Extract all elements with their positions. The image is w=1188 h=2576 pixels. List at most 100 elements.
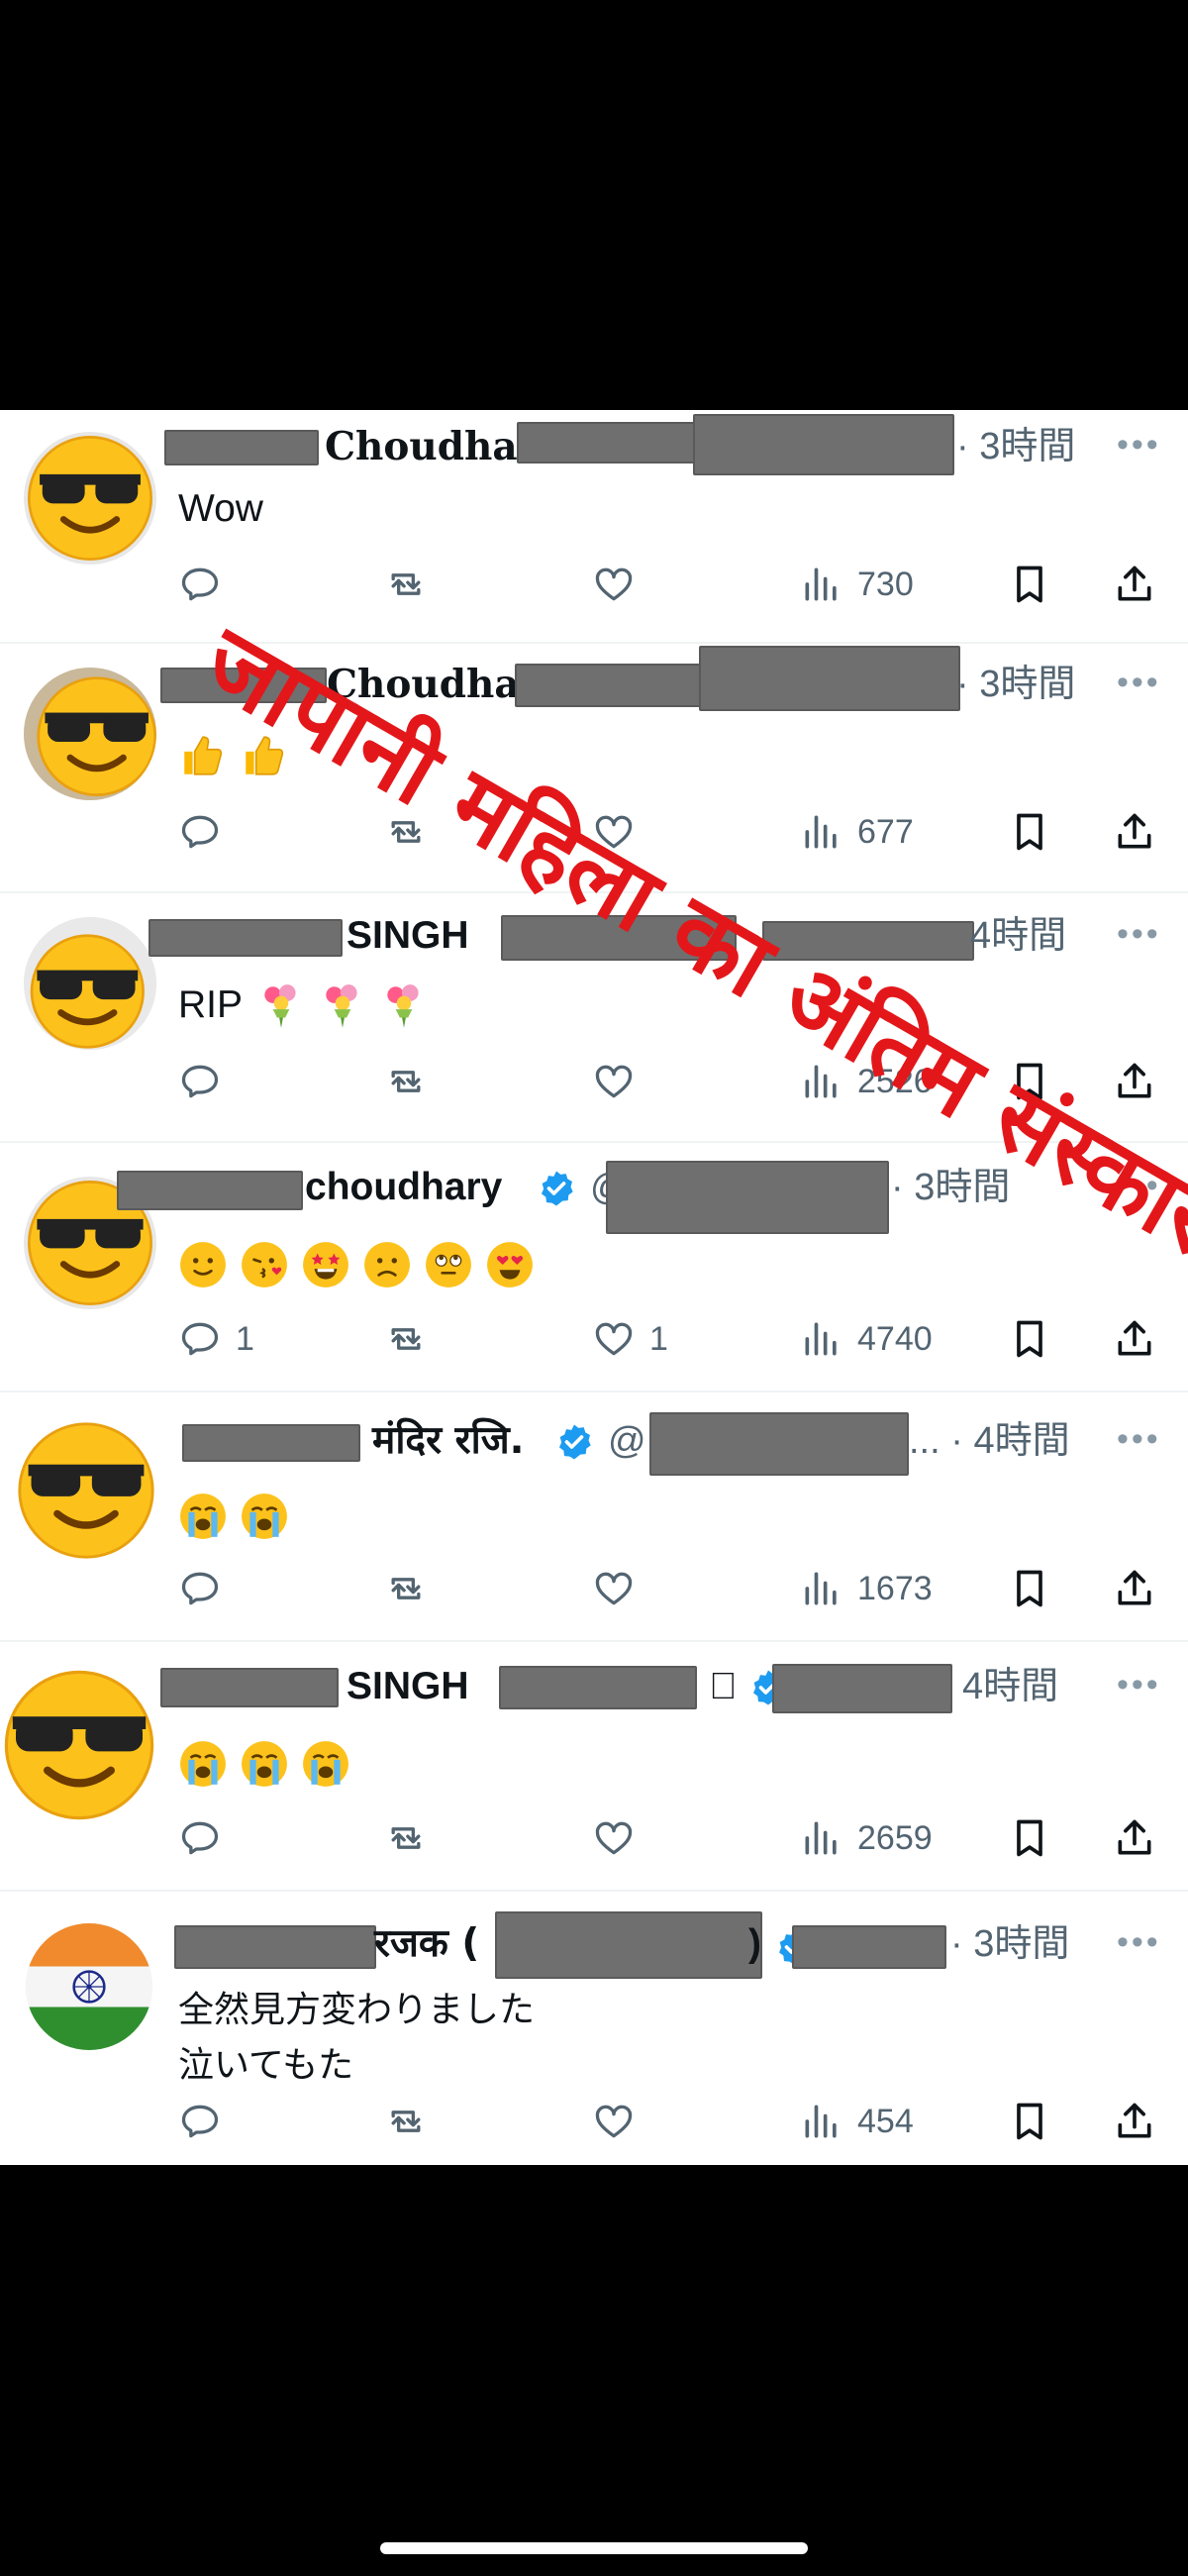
avatar[interactable] <box>26 1923 152 2050</box>
bookmark-button[interactable] <box>1008 802 1051 862</box>
redacted-handle <box>495 1911 762 1979</box>
timestamp[interactable]: ... · 4時間 <box>909 1418 1070 1464</box>
like-button[interactable] <box>592 1052 649 1111</box>
loudly-crying-emoji-icon <box>180 1741 226 1787</box>
retweet-button[interactable] <box>384 1559 428 1618</box>
like-button[interactable] <box>592 555 649 614</box>
author-name-suffix: ) <box>748 1922 761 1965</box>
like-button[interactable] <box>592 2092 649 2151</box>
bookmark-button[interactable] <box>1008 555 1051 614</box>
timestamp[interactable]: · 3時間 <box>956 662 1075 707</box>
author-name[interactable]: SINGH <box>346 1664 469 1709</box>
sunglasses-emoji-icon <box>28 436 152 561</box>
kissing-heart-emoji-icon <box>242 1242 287 1288</box>
reply-icon <box>181 1065 219 1098</box>
reply-feed: Choudha · 3時間 ••• Wow 730 Choudha · 3時間 … <box>0 410 1188 2165</box>
loudly-crying-emoji-icon <box>303 1741 348 1787</box>
views-button[interactable]: 730 <box>800 555 914 614</box>
share-button[interactable] <box>1113 802 1156 862</box>
avatar[interactable] <box>0 1666 158 1824</box>
author-name[interactable]: Choudha <box>325 424 518 469</box>
reply-button[interactable] <box>178 1808 236 1868</box>
avatar[interactable] <box>24 432 156 565</box>
author-name[interactable]: मंदिर रजि. <box>372 1418 524 1464</box>
tweet-7[interactable]: रजक ( ) · 3時間 ••• 全然見方変わりました 泣いてもた 454 <box>0 1894 1188 2165</box>
retweet-button[interactable] <box>384 1808 428 1868</box>
reply-button[interactable]: 1 <box>178 1309 254 1369</box>
timestamp[interactable]: · 3時間 <box>950 1921 1069 1967</box>
tweet-text: RIP <box>178 975 441 1033</box>
views-button[interactable]: 454 <box>800 2092 914 2151</box>
bookmark-icon <box>1017 566 1042 603</box>
share-button[interactable] <box>1113 1309 1156 1369</box>
view-count: 2659 <box>857 1818 933 1857</box>
redacted-handle <box>693 414 954 475</box>
retweet-button[interactable] <box>384 2092 428 2151</box>
reply-icon <box>181 1322 219 1356</box>
share-button[interactable] <box>1113 1559 1156 1618</box>
share-button[interactable] <box>1113 555 1156 614</box>
bookmark-button[interactable] <box>1008 1559 1051 1618</box>
tweet-text <box>178 1733 362 1789</box>
share-icon <box>1118 566 1151 601</box>
star-struck-emoji-icon <box>303 1242 348 1288</box>
bookmark-icon <box>1017 1819 1042 1857</box>
more-icon[interactable]: ••• <box>1117 1422 1161 1456</box>
sunglasses-emoji-icon <box>24 917 156 1050</box>
more-icon[interactable]: ••• <box>1117 917 1161 951</box>
author-name[interactable]: रजक ( <box>374 1921 479 1967</box>
reply-button[interactable] <box>178 1052 236 1111</box>
views-button[interactable]: 4740 <box>800 1309 933 1369</box>
retweet-icon <box>391 573 421 595</box>
author-handle[interactable]: @ <box>608 1418 646 1464</box>
more-icon[interactable]: ••• <box>1117 1925 1161 1959</box>
share-button[interactable] <box>1113 1808 1156 1868</box>
views-button[interactable]: 677 <box>800 802 914 862</box>
retweet-button[interactable] <box>384 1052 428 1111</box>
bookmark-button[interactable] <box>1008 1309 1051 1369</box>
reply-icon <box>181 2105 219 2138</box>
reply-button[interactable] <box>178 802 236 862</box>
author-name[interactable]: SINGH <box>346 913 469 959</box>
views-icon <box>805 1572 837 1605</box>
timestamp[interactable]: 4時間 <box>962 1664 1058 1709</box>
more-icon[interactable]: ••• <box>1117 428 1161 462</box>
apple-icon:  <box>709 1664 738 1709</box>
bookmark-button[interactable] <box>1008 2092 1051 2151</box>
redacted-handle <box>515 664 723 707</box>
retweet-button[interactable] <box>384 1309 428 1369</box>
views-icon <box>805 815 837 849</box>
india-flag-icon <box>26 1923 152 2050</box>
tweet-1[interactable]: Choudha · 3時間 ••• Wow 730 <box>0 410 1188 644</box>
tweet-6[interactable]: SINGH  4時間 ••• 2659 <box>0 1644 1188 1892</box>
like-button[interactable] <box>592 1559 649 1618</box>
timestamp[interactable]: 4時間 <box>970 913 1066 959</box>
home-indicator[interactable] <box>380 2542 808 2554</box>
timestamp[interactable]: · 3時間 <box>956 424 1075 469</box>
avatar[interactable] <box>24 668 156 800</box>
views-button[interactable]: 1673 <box>800 1559 933 1618</box>
reply-button[interactable] <box>178 2092 236 2151</box>
bouquet-emoji-icon <box>264 984 296 1028</box>
more-icon[interactable]: ••• <box>1117 1668 1161 1701</box>
like-button[interactable]: 1 <box>592 1309 668 1369</box>
views-icon <box>805 567 837 601</box>
action-bar: 2659 <box>0 1808 1188 1868</box>
verified-badge-icon <box>559 1424 591 1460</box>
redacted-handle <box>699 646 960 711</box>
like-button[interactable] <box>592 1808 649 1868</box>
author-name[interactable]: choudhary <box>305 1165 502 1210</box>
reply-button[interactable] <box>178 555 236 614</box>
avatar[interactable] <box>14 1418 158 1563</box>
tweet-5[interactable]: मंदिर रजि. @ ... · 4時間 ••• 1673 <box>0 1394 1188 1642</box>
redacted-name <box>117 1171 303 1210</box>
retweet-button[interactable] <box>384 555 428 614</box>
share-button[interactable] <box>1113 1052 1156 1111</box>
share-button[interactable] <box>1113 2092 1156 2151</box>
bouquet-emoji-icon <box>326 984 357 1028</box>
bookmark-button[interactable] <box>1008 1808 1051 1868</box>
avatar[interactable] <box>24 917 156 1050</box>
views-button[interactable]: 2659 <box>800 1808 933 1868</box>
reply-button[interactable] <box>178 1559 236 1618</box>
more-icon[interactable]: ••• <box>1117 666 1161 699</box>
